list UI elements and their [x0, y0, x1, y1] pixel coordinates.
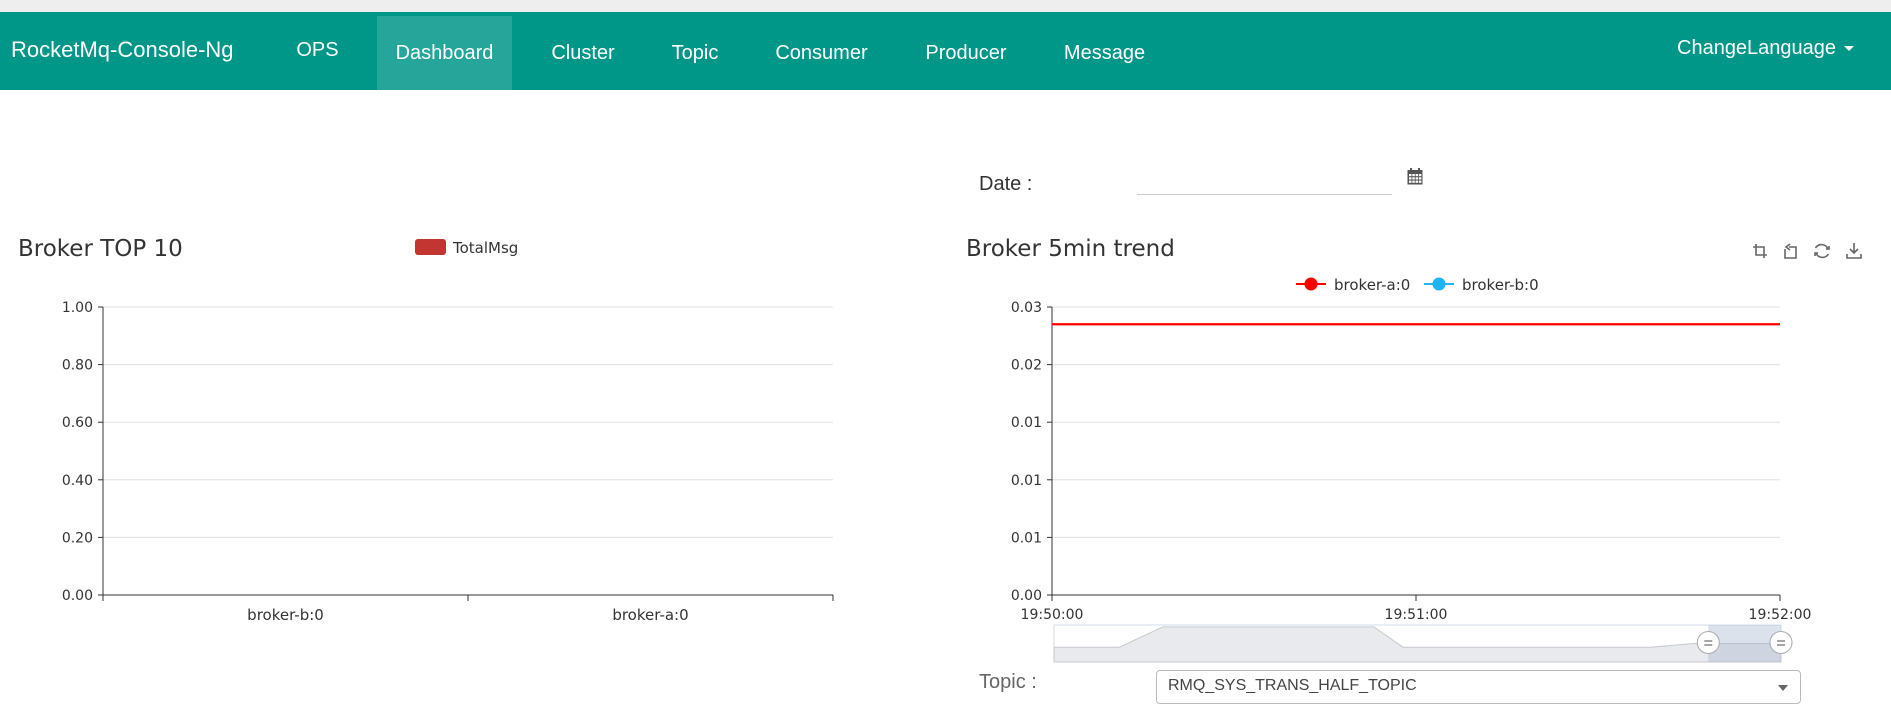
y-tick-label: 1.00 — [62, 300, 93, 316]
datazoom-handle — [1696, 631, 1720, 654]
legend-label: broker-a:0 — [1334, 276, 1410, 294]
y-tick-label: 0.01 — [1011, 415, 1042, 431]
topic-label: Topic : — [979, 671, 1037, 693]
y-tick-label: 0.02 — [1011, 358, 1042, 374]
y-tick-label: 0.00 — [1011, 588, 1042, 604]
y-tick-label: 0.01 — [1011, 530, 1042, 546]
y-tick-label: 0.60 — [62, 415, 93, 431]
legend-label: TotalMsg — [452, 239, 518, 257]
legend-marker — [1304, 277, 1318, 291]
x-tick-label: 19:51:00 — [1385, 607, 1448, 623]
y-tick-label: 0.03 — [1011, 300, 1042, 316]
x-tick-label: broker-a:0 — [612, 606, 688, 624]
x-tick-label: broker-b:0 — [247, 606, 324, 624]
x-tick-label: 19:50:00 — [1021, 607, 1084, 623]
x-tick-label: 19:52:00 — [1749, 607, 1812, 623]
y-tick-label: 0.80 — [62, 358, 93, 374]
topic-select-value: RMQ_SYS_TRANS_HALF_TOPIC — [1168, 677, 1417, 694]
charts-canvas: 0.00 0.20 0.40 0.60 0.80 1.00 broker-b:0 broker… — [62, 239, 1812, 663]
legend-marker — [1432, 277, 1446, 291]
y-tick-label: 0.40 — [62, 473, 93, 489]
legend-label: broker-b:0 — [1462, 276, 1539, 294]
y-tick-label: 0.00 — [62, 588, 93, 604]
y-tick-label: 0.20 — [62, 530, 93, 546]
y-tick-label: 0.01 — [1011, 473, 1042, 489]
datazoom-handle — [1769, 631, 1793, 654]
topic-select[interactable]: RMQ_SYS_TRANS_HALF_TOPIC — [1156, 670, 1801, 704]
legend-swatch — [415, 239, 446, 255]
datazoom-shadow — [1053, 626, 1782, 663]
